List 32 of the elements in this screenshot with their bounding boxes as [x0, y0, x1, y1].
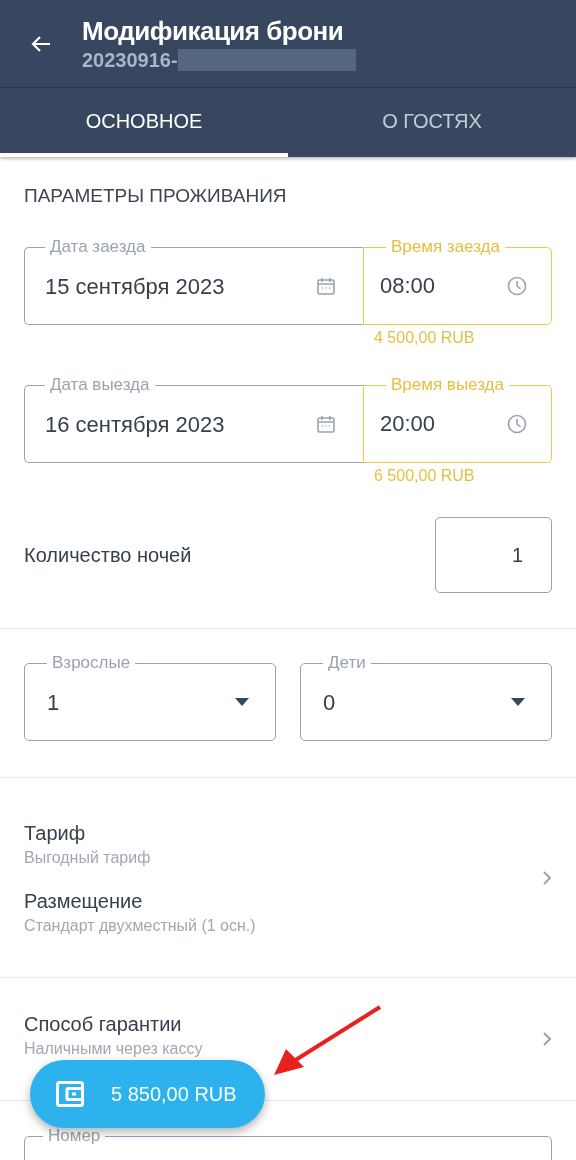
tab[interactable]: О ГОСТЯХ [288, 88, 576, 157]
nights-label: Количество ночей [24, 543, 192, 568]
back-arrow-icon [31, 34, 51, 53]
rate-placement-row[interactable]: Тариф Выгодный тариф Размещение Стандарт двухместный (1 осн.) [0, 778, 576, 977]
calendar-icon [317, 277, 335, 295]
date-field[interactable]: Дата заезда 15 сентября 2023 [24, 238, 363, 325]
screen-title: Модификация брони [82, 14, 345, 47]
price-text: 4 500,00 RUB [374, 328, 476, 348]
clock-icon [507, 276, 527, 296]
caret-icon [511, 698, 525, 706]
row-subtitle: Выгодный тариф [24, 847, 152, 868]
tab[interactable]: ОСНОВНОЕ [0, 88, 288, 157]
nights-field[interactable]: 1 [435, 517, 552, 593]
clock-icon [507, 414, 527, 434]
chevron-right-icon [542, 1031, 552, 1047]
caret-icon [235, 698, 249, 706]
time-field[interactable]: Время заезда 08:00 [363, 238, 552, 325]
calendar-icon [317, 415, 335, 433]
booking-number: 20230916- [82, 47, 178, 73]
row-title: Способ гарантии [24, 1012, 183, 1037]
chevron-right-icon [542, 869, 552, 886]
guest-select[interactable]: Взрослые 1 [24, 654, 276, 741]
row-subtitle: Наличными через кассу [24, 1039, 203, 1059]
row-title: Размещение [24, 888, 144, 914]
guest-select[interactable]: Дети 0 [300, 654, 552, 741]
date-field[interactable]: Дата выезда 16 сентября 2023 [24, 376, 363, 463]
row-title: Тариф [24, 820, 87, 846]
section-title: ПАРАМЕТРЫ ПРОЖИВАНИЯ [24, 184, 288, 208]
time-field[interactable]: Время выезда 20:00 [363, 376, 552, 463]
price-text: 6 500,00 RUB [374, 466, 476, 486]
wallet-icon [56, 1081, 84, 1107]
row-subtitle: Стандарт двухместный (1 осн.) [24, 915, 256, 936]
